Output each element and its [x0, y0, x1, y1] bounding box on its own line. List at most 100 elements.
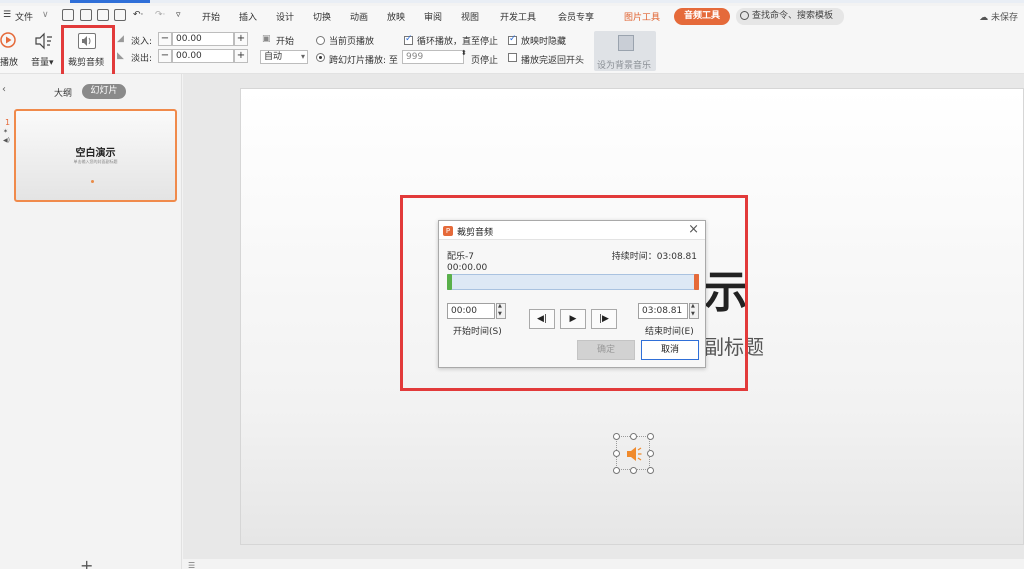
fade-out-input[interactable]: 00.00: [172, 49, 234, 63]
fade-out-increase[interactable]: +: [234, 49, 248, 63]
tab-home[interactable]: 开始: [202, 10, 220, 23]
background-music-icon: [618, 35, 634, 51]
tab-audio-tools[interactable]: 音频工具: [674, 8, 730, 25]
duration-label: 持续时间：03:08.81: [611, 252, 697, 262]
hide-on-show-label: 放映时隐藏: [521, 37, 567, 47]
search-icon: [740, 11, 749, 20]
audio-timeline[interactable]: [447, 274, 699, 290]
trim-audio-highlight: [61, 25, 115, 81]
start-select[interactable]: 自动 ▾: [260, 50, 308, 64]
tab-animation[interactable]: 动画: [350, 10, 368, 23]
title-strip: [0, 0, 1024, 3]
resize-handle[interactable]: [613, 467, 620, 474]
resize-handle[interactable]: [647, 467, 654, 474]
hamburger-menu-icon[interactable]: ☰: [3, 10, 11, 20]
volume-icon[interactable]: [34, 32, 54, 50]
active-window-indicator: [70, 0, 150, 3]
tab-insert[interactable]: 插入: [239, 10, 257, 23]
menu-bar: ☰ 文件 ∨ ↶· ↷· ▿ 开始 插入 设计 切换 动画 放映 审阅 视图 开…: [0, 6, 1024, 28]
tab-transitions[interactable]: 切换: [313, 10, 331, 23]
speaker-icon: [627, 447, 642, 461]
redo-icon[interactable]: ↷·: [155, 10, 165, 20]
resize-handle[interactable]: [613, 450, 620, 457]
tab-slideshow[interactable]: 放映: [387, 10, 405, 23]
slide-thumbnail[interactable]: 空白演示 单击输入您的封面副标题: [14, 109, 177, 202]
fade-out-decrease[interactable]: −: [158, 49, 172, 63]
tab-outline[interactable]: 大纲: [54, 86, 72, 99]
set-background-music-label: 设为背景音乐: [597, 61, 652, 71]
play-button[interactable]: 播放: [0, 55, 18, 68]
search-placeholder: 查找命令、搜索模板: [752, 11, 834, 21]
end-time-spinner[interactable]: [689, 303, 699, 319]
current-time: 00:00.00: [447, 263, 488, 273]
fade-in-label: 淡入:: [131, 37, 153, 47]
tab-picture-tools[interactable]: 图片工具: [624, 10, 660, 23]
print-icon[interactable]: [97, 9, 109, 21]
start-label: 开始: [276, 37, 295, 47]
save-icon[interactable]: [62, 9, 74, 21]
resize-handle[interactable]: [630, 433, 637, 440]
output-icon[interactable]: [80, 9, 92, 21]
start-time-input[interactable]: 00:00: [447, 303, 495, 319]
dialog-header: P 裁剪音频 ×: [439, 221, 705, 240]
page-spinner-icon[interactable]: ⬍: [461, 49, 467, 57]
resize-handle[interactable]: [647, 450, 654, 457]
fade-out-label: 淡出:: [131, 54, 153, 64]
cross-slide-page-input[interactable]: 999: [402, 50, 464, 64]
start-trim-handle[interactable]: [447, 274, 452, 290]
previous-frame-button[interactable]: ◀|: [529, 309, 555, 329]
undo-icon[interactable]: ↶·: [133, 10, 143, 20]
trim-audio-dialog: P 裁剪音频 × 配乐-7 持续时间：03:08.81 00:00.00 00:…: [438, 220, 706, 368]
command-search[interactable]: 查找命令、搜索模板: [736, 8, 844, 25]
resize-handle[interactable]: [613, 433, 620, 440]
start-time-spinner[interactable]: [496, 303, 506, 319]
cancel-button[interactable]: 取消: [641, 340, 699, 360]
collapse-panel-icon[interactable]: ‹: [2, 84, 6, 95]
play-preview-button[interactable]: ▶: [560, 309, 586, 329]
page-stop-label: 页停止: [471, 56, 499, 66]
resize-handle[interactable]: [630, 467, 637, 474]
close-icon[interactable]: ×: [688, 222, 699, 237]
next-frame-button[interactable]: |▶: [591, 309, 617, 329]
unsaved-status[interactable]: ☁ 未保存: [979, 10, 1018, 23]
chevron-down-icon[interactable]: ∨: [42, 10, 49, 20]
current-page-play-radio[interactable]: [316, 36, 325, 45]
tab-design[interactable]: 设计: [276, 10, 294, 23]
fade-out-icon: ◣: [117, 51, 124, 61]
audio-tools-ribbon: 播放 音量▾ 裁剪音频 ◢ 淡入: − 00.00 + ◣ 淡出: − 00.0…: [0, 28, 1024, 74]
file-menu[interactable]: 文件: [15, 10, 33, 23]
start-time-label: 开始时间(S): [453, 327, 502, 337]
tab-slides[interactable]: 幻灯片: [82, 84, 126, 99]
chevron-down-icon: ▾: [300, 52, 305, 61]
end-trim-handle[interactable]: [694, 274, 699, 290]
ok-button[interactable]: 确定: [577, 340, 635, 360]
add-slide-icon[interactable]: +: [80, 556, 93, 569]
tab-review[interactable]: 审阅: [424, 10, 442, 23]
end-time-input[interactable]: 03:08.81: [638, 303, 688, 319]
fade-in-increase[interactable]: +: [234, 32, 248, 46]
thumb-title: 空白演示: [75, 148, 116, 159]
resize-handle[interactable]: [647, 433, 654, 440]
current-page-play-label: 当前页播放: [329, 37, 375, 47]
print-preview-icon[interactable]: [114, 9, 126, 21]
audio-object[interactable]: [613, 433, 654, 474]
notes-icon[interactable]: ☰: [188, 561, 195, 569]
dialog-title: 裁剪音频: [457, 228, 494, 238]
tab-member[interactable]: 会员专享: [558, 10, 594, 23]
cross-slide-play-radio[interactable]: [316, 53, 325, 62]
tab-developer[interactable]: 开发工具: [500, 10, 536, 23]
fade-in-decrease[interactable]: −: [158, 32, 172, 46]
hide-on-show-checkbox[interactable]: [508, 34, 517, 45]
track-name: 配乐-7: [447, 252, 474, 262]
slide-panel: ‹ 大纲 幻灯片 1 ✶ ◀) 空白演示 单击输入您的封面副标题 +: [0, 74, 182, 569]
play-icon[interactable]: [0, 32, 20, 48]
rewind-after-play-checkbox[interactable]: [508, 53, 517, 62]
set-background-music-button[interactable]: 设为背景音乐: [594, 31, 656, 71]
volume-button[interactable]: 音量▾: [31, 55, 54, 68]
volume-label: 音量: [31, 58, 50, 68]
quick-access-dropdown-icon[interactable]: ▿: [176, 10, 181, 20]
loop-play-checkbox[interactable]: [404, 34, 413, 45]
fade-in-input[interactable]: 00.00: [172, 32, 234, 46]
tab-view[interactable]: 视图: [461, 10, 479, 23]
slide-number: 1: [5, 118, 11, 127]
